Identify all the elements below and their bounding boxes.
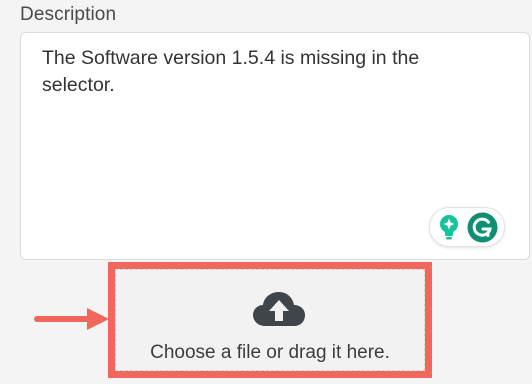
- file-upload-dropzone[interactable]: Choose a file or drag it here.: [108, 262, 432, 378]
- suggestion-bulb-icon[interactable]: [435, 213, 463, 241]
- description-text[interactable]: The Software version 1.5.4 is missing in…: [42, 45, 469, 99]
- right-arrow-icon: [34, 308, 109, 330]
- grammarly-widget[interactable]: [429, 207, 505, 247]
- description-label: Description: [20, 4, 117, 25]
- upload-prompt: Choose a file or drag it here.: [150, 342, 390, 363]
- cloud-upload-icon: [253, 292, 305, 326]
- description-textarea[interactable]: The Software version 1.5.4 is missing in…: [20, 32, 530, 260]
- dropzone-border: Choose a file or drag it here.: [115, 269, 425, 371]
- grammarly-logo-icon[interactable]: [467, 212, 498, 243]
